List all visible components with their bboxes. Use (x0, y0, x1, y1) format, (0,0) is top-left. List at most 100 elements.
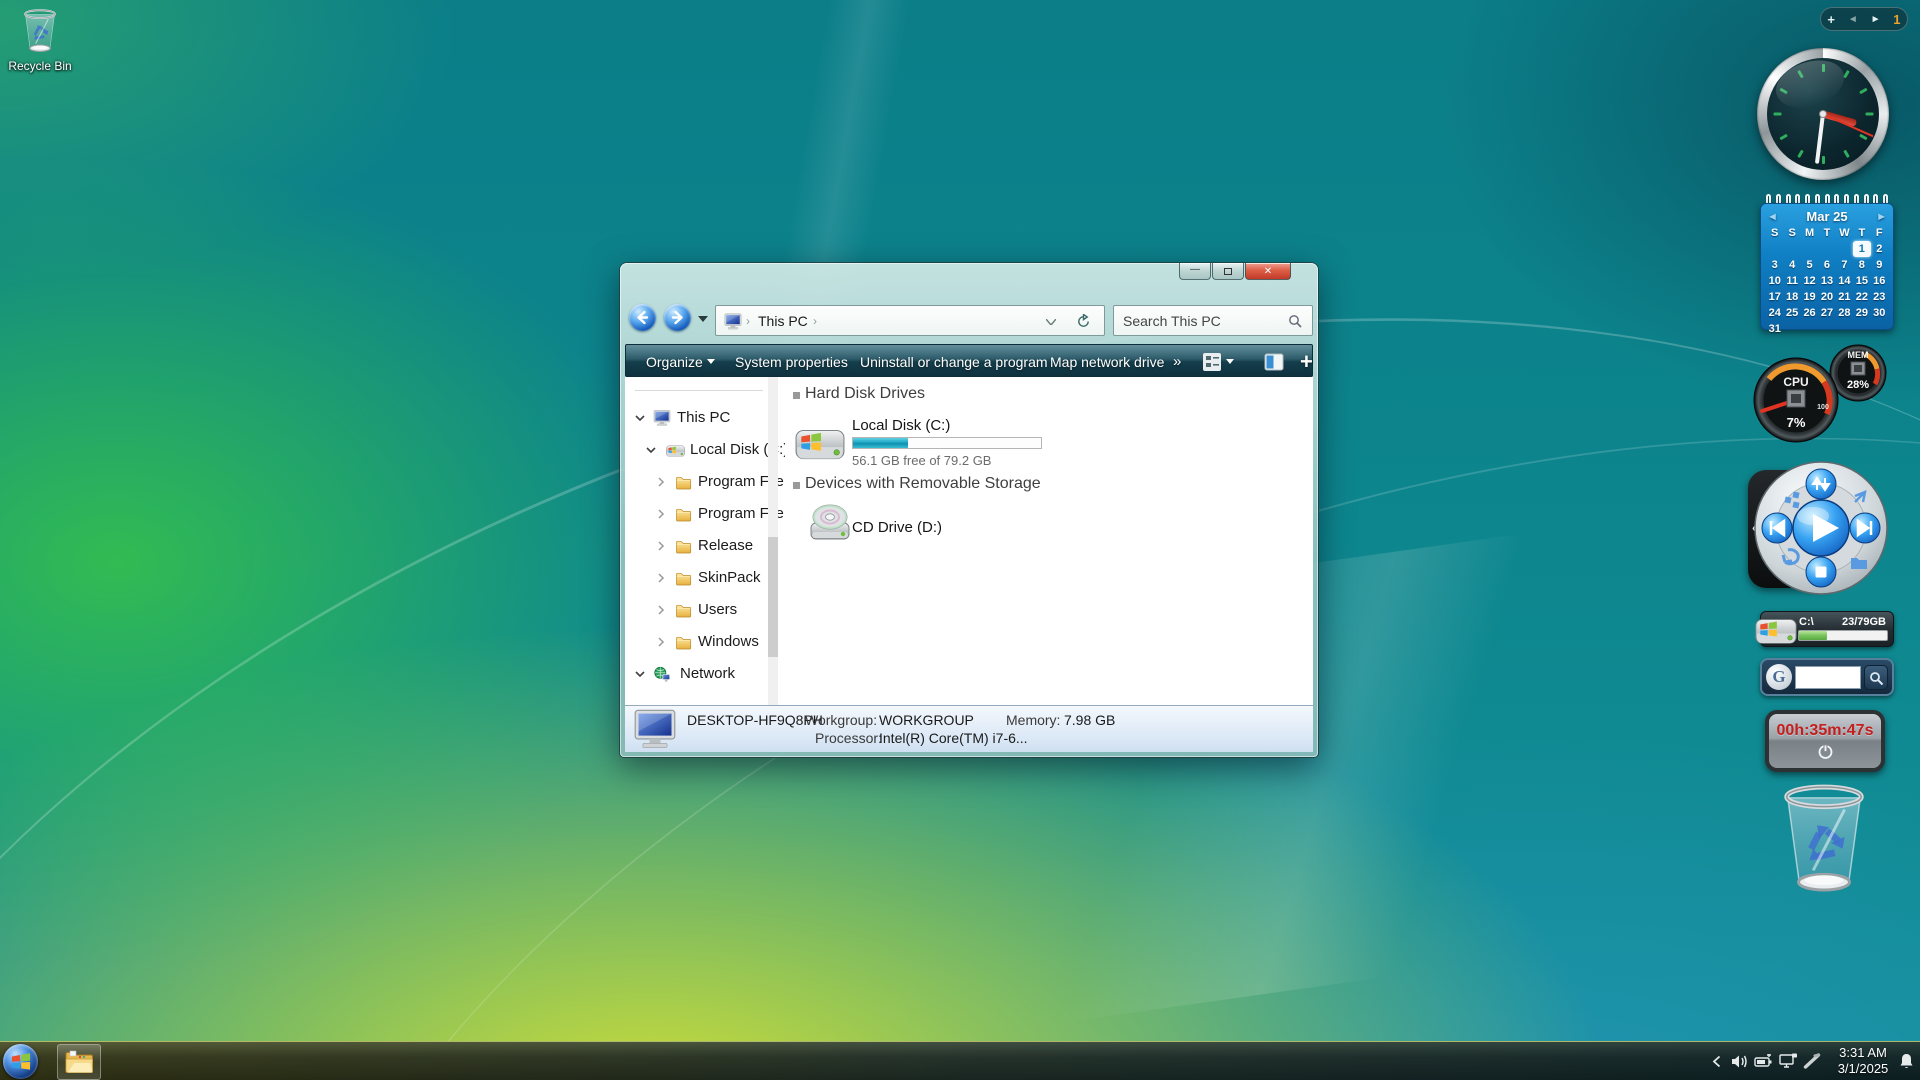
tree-item-this-pc[interactable]: This PC (625, 407, 785, 429)
calendar-day-cell[interactable]: 18 (1783, 289, 1800, 305)
add-gadget-button[interactable]: + (1827, 12, 1835, 27)
calendar-day-cell[interactable] (1871, 321, 1888, 337)
search-box[interactable]: Search This PC (1113, 305, 1313, 336)
uninstall-program-button[interactable]: Uninstall or change a program (860, 345, 1048, 378)
calendar-next-icon[interactable]: ► (1876, 211, 1887, 223)
views-button[interactable] (1202, 345, 1234, 378)
group-header-removable[interactable]: Devices with Removable Storage (805, 475, 1041, 493)
calendar-day-cell[interactable]: 20 (1818, 289, 1835, 305)
calendar-gadget[interactable]: ◄ Mar 25 ► SSMTWTF 12 3456789 1011121314… (1760, 194, 1894, 330)
calendar-day-cell[interactable] (1783, 321, 1800, 337)
notification-center-button[interactable] (1896, 1051, 1916, 1071)
calendar-day-cell[interactable]: 11 (1783, 273, 1800, 289)
taskbar-clock[interactable]: 3:31 AM 3/1/2025 (1832, 1045, 1894, 1078)
calendar-day-cell[interactable]: 30 (1871, 305, 1888, 321)
calendar-day-cell[interactable]: 22 (1853, 289, 1870, 305)
tray-volume[interactable] (1730, 1051, 1750, 1071)
recent-pages-dropdown[interactable] (698, 316, 708, 322)
chevron-expanded-icon[interactable] (645, 444, 657, 456)
calendar-day-cell[interactable]: 24 (1766, 305, 1783, 321)
calendar-day-cell[interactable]: 27 (1818, 305, 1835, 321)
minimize-button[interactable]: — (1179, 263, 1211, 280)
clock-gadget[interactable] (1757, 48, 1889, 180)
calendar-day-cell[interactable]: 13 (1818, 273, 1835, 289)
breadcrumb-chevron[interactable]: › (813, 314, 817, 328)
taskbar-explorer-button[interactable] (57, 1044, 101, 1080)
calendar-day-cell[interactable] (1801, 241, 1818, 257)
chevron-collapsed-icon[interactable] (655, 508, 667, 520)
calendar-day-cell[interactable]: 17 (1766, 289, 1783, 305)
calendar-day-cell[interactable]: 9 (1871, 257, 1888, 273)
tree-item-folder[interactable]: SkinPack (625, 567, 785, 589)
calendar-day-cell[interactable] (1818, 321, 1835, 337)
calendar-day-cell-selected[interactable]: 1 (1853, 241, 1870, 257)
tree-item-folder[interactable]: Users (625, 599, 785, 621)
calendar-day-cell[interactable]: 16 (1871, 273, 1888, 289)
calendar-day-cell[interactable]: 4 (1783, 257, 1800, 273)
system-properties-button[interactable]: System properties (735, 345, 848, 378)
address-dropdown-icon[interactable] (1046, 319, 1056, 325)
back-button[interactable] (629, 304, 656, 331)
search-gadget[interactable]: G (1760, 658, 1894, 696)
calendar-day-cell[interactable]: 6 (1818, 257, 1835, 273)
chevron-expanded-icon[interactable] (634, 668, 646, 680)
calendar-day-cell[interactable] (1836, 321, 1853, 337)
tree-item-folder[interactable]: Program File (625, 503, 785, 525)
cpu-gauge-gadget[interactable]: CPU 100 7% (1753, 357, 1839, 443)
address-bar[interactable]: › This PC › (715, 305, 1105, 336)
pager-next-button[interactable]: ► (1871, 14, 1881, 25)
drive-item-cd[interactable]: CD Drive (D:) (785, 503, 1185, 553)
calendar-day-cell[interactable] (1853, 321, 1870, 337)
calendar-day-cell[interactable]: 7 (1836, 257, 1853, 273)
tree-item-folder[interactable]: Windows (625, 631, 785, 653)
drive-meter-gadget[interactable]: C:\ 23/79GB (1760, 611, 1894, 647)
chevron-collapsed-icon[interactable] (655, 476, 667, 488)
pager-prev-button[interactable]: ◄ (1848, 14, 1858, 25)
tray-pen[interactable] (1802, 1051, 1822, 1071)
calendar-day-cell[interactable]: 25 (1783, 305, 1800, 321)
tree-item-folder[interactable]: Program File (625, 471, 785, 493)
recycle-bin-gadget[interactable] (1774, 783, 1874, 895)
calendar-prev-icon[interactable]: ◄ (1767, 211, 1778, 223)
toolbar-overflow-button[interactable]: » (1173, 345, 1181, 378)
chevron-collapsed-icon[interactable] (655, 572, 667, 584)
gadget-search-input[interactable] (1795, 666, 1861, 689)
organize-button[interactable]: Organize (646, 345, 715, 378)
calendar-day-cell[interactable] (1783, 241, 1800, 257)
calendar-day-cell[interactable]: 2 (1871, 241, 1888, 257)
calendar-day-cell[interactable] (1818, 241, 1835, 257)
calendar-day-cell[interactable]: 31 (1766, 321, 1783, 337)
tray-network[interactable] (1778, 1051, 1798, 1071)
calendar-day-cell[interactable]: 14 (1836, 273, 1853, 289)
chevron-collapsed-icon[interactable] (655, 540, 667, 552)
media-control-gadget[interactable] (1751, 458, 1891, 598)
breadcrumb-location[interactable]: This PC (758, 313, 808, 329)
refresh-icon[interactable] (1076, 314, 1091, 329)
calendar-day-cell[interactable]: 29 (1853, 305, 1870, 321)
new-item-button[interactable]: + (1300, 345, 1313, 378)
chevron-collapsed-icon[interactable] (655, 604, 667, 616)
calendar-day-cell[interactable]: 3 (1766, 257, 1783, 273)
maximize-button[interactable] (1212, 263, 1244, 280)
forward-button[interactable] (664, 304, 691, 331)
map-network-drive-button[interactable]: Map network drive (1050, 345, 1164, 378)
calendar-day-cell[interactable]: 21 (1836, 289, 1853, 305)
gadget-search-button[interactable] (1864, 665, 1888, 690)
calendar-day-cell[interactable]: 23 (1871, 289, 1888, 305)
calendar-day-cell[interactable]: 5 (1801, 257, 1818, 273)
calendar-day-cell[interactable]: 12 (1801, 273, 1818, 289)
close-button[interactable]: ✕ (1245, 263, 1291, 280)
calendar-day-cell[interactable]: 28 (1836, 305, 1853, 321)
tree-item-folder[interactable]: Release (625, 535, 785, 557)
uptime-timer-gadget[interactable]: 00h:35m:47s (1765, 710, 1885, 772)
drive-item-local-disk[interactable]: Local Disk (C:) 56.1 GB free of 79.2 GB (785, 413, 1185, 469)
calendar-day-cell[interactable] (1801, 321, 1818, 337)
calendar-day-cell[interactable]: 19 (1801, 289, 1818, 305)
tree-scrollbar[interactable] (768, 377, 778, 705)
group-header-hard-disks[interactable]: Hard Disk Drives (805, 385, 925, 403)
search-icon[interactable] (1288, 314, 1302, 328)
tray-expand-chevron[interactable] (1706, 1051, 1726, 1071)
breadcrumb-chevron[interactable]: › (746, 314, 750, 328)
start-button[interactable] (3, 1044, 38, 1079)
tree-item-local-disk[interactable]: Local Disk (C:) (625, 439, 785, 461)
